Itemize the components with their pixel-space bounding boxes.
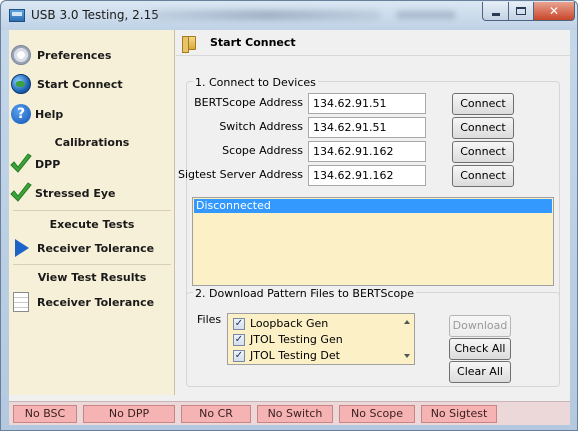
- scope-address-label: Scope Address: [222, 144, 303, 157]
- switch-address-label: Switch Address: [219, 120, 303, 133]
- execute-tests-heading: Execute Tests: [49, 218, 135, 231]
- files-label: Files: [197, 313, 222, 326]
- page-title: Start Connect: [210, 36, 296, 49]
- sigtest-address-label: Sigtest Server Address: [177, 168, 303, 181]
- sidebar-divider: [13, 264, 171, 265]
- minimize-icon: [491, 12, 500, 16]
- file-label: JTOL Testing Gen: [250, 333, 343, 346]
- view-test-results-heading: View Test Results: [37, 271, 147, 284]
- blurred-title-region: [151, 10, 381, 20]
- status-badge-switch: No Switch: [257, 405, 333, 423]
- window-title: USB 3.0 Testing, 2.15: [31, 8, 159, 22]
- download-button[interactable]: Download: [449, 315, 511, 337]
- minimize-button[interactable]: [482, 2, 509, 21]
- status-badge-bsc: No BSC: [13, 405, 77, 423]
- title-bar[interactable]: USB 3.0 Testing, 2.15 ✕: [1, 1, 577, 30]
- sidebar-item-label: DPP: [35, 157, 61, 171]
- maximize-icon: [516, 7, 526, 15]
- status-badge-dpp: No DPP: [83, 405, 175, 423]
- app-window: USB 3.0 Testing, 2.15 ✕ Preferences Star…: [0, 0, 578, 431]
- sidebar-item-help[interactable]: ? Help: [9, 101, 175, 127]
- status-badge-scope: No Scope: [339, 405, 415, 423]
- app-icon: [9, 9, 25, 22]
- calibrations-heading: Calibrations: [54, 136, 130, 149]
- help-icon: ?: [11, 104, 31, 124]
- connect-group-title: 1. Connect to Devices: [193, 76, 318, 89]
- checkbox[interactable]: ✓: [233, 333, 245, 346]
- connection-log[interactable]: Disconnected: [192, 197, 554, 286]
- sidebar-item-stressed-eye[interactable]: Stressed Eye: [9, 180, 175, 206]
- connect-switch-button[interactable]: Connect: [452, 117, 514, 139]
- sigtest-address-field[interactable]: 134.62.91.162: [308, 165, 426, 186]
- sidebar-item-label: Preferences: [37, 48, 112, 62]
- bertscope-address-field[interactable]: 134.62.91.51: [308, 93, 426, 114]
- checkbox[interactable]: ✓: [233, 317, 245, 330]
- check-all-button[interactable]: Check All: [449, 338, 511, 360]
- main-header: Start Connect: [176, 30, 570, 56]
- connect-group: 1. Connect to Devices BERTScope Address …: [178, 76, 560, 306]
- sidebar-item-label: Stressed Eye: [35, 186, 116, 200]
- file-label: JTOL Testing Det: [250, 349, 340, 362]
- sidebar-item-label: Receiver Tolerance: [37, 241, 155, 255]
- download-group: 2. Download Pattern Files to BERTScope F…: [186, 287, 560, 387]
- status-badge-sigtest: No Sigtest: [421, 405, 497, 423]
- file-item-loopback-gen[interactable]: ✓ Loopback Gen: [233, 316, 328, 331]
- sidebar-item-receiver-tolerance-run[interactable]: Receiver Tolerance: [9, 235, 175, 261]
- sidebar: Preferences Start Connect ? Help Calibra…: [9, 30, 175, 395]
- connect-scope-button[interactable]: Connect: [452, 141, 514, 163]
- connection-status-line[interactable]: Disconnected: [194, 199, 552, 213]
- scope-address-field[interactable]: 134.62.91.162: [308, 141, 426, 162]
- file-label: Loopback Gen: [250, 317, 329, 330]
- folder-icon: [182, 35, 196, 53]
- checkmark-icon: [10, 153, 32, 173]
- pattern-files-list[interactable]: ✓ Loopback Gen ✓ JTOL Testing Gen ✓ JTOL…: [227, 313, 415, 365]
- bertscope-address-label: BERTScope Address: [194, 96, 303, 109]
- file-item-jtol-testing-det[interactable]: ✓ JTOL Testing Det: [233, 348, 340, 363]
- sidebar-item-label: Start Connect: [37, 77, 123, 91]
- blurred-title-region-2: [396, 11, 456, 19]
- scroll-up-arrow-icon[interactable]: [404, 320, 410, 324]
- maximize-button[interactable]: [508, 2, 534, 21]
- status-badge-cr: No CR: [181, 405, 251, 423]
- connect-sigtest-button[interactable]: Connect: [452, 165, 514, 187]
- clear-all-button[interactable]: Clear All: [449, 361, 511, 383]
- close-button[interactable]: ✕: [533, 2, 575, 21]
- document-icon: [13, 292, 29, 312]
- connect-bertscope-button[interactable]: Connect: [452, 93, 514, 115]
- sidebar-item-start-connect[interactable]: Start Connect: [9, 71, 175, 97]
- scroll-down-arrow-icon[interactable]: [404, 354, 410, 358]
- close-icon: ✕: [548, 4, 560, 18]
- sidebar-item-preferences[interactable]: Preferences: [9, 42, 175, 68]
- switch-address-field[interactable]: 134.62.91.51: [308, 117, 426, 138]
- file-item-jtol-testing-gen[interactable]: ✓ JTOL Testing Gen: [233, 332, 343, 347]
- checkbox[interactable]: ✓: [233, 349, 245, 362]
- play-arrow-icon: [15, 239, 29, 257]
- gear-icon: [11, 45, 31, 65]
- sidebar-item-receiver-tolerance-results[interactable]: Receiver Tolerance: [9, 289, 175, 315]
- checkmark-icon: [10, 182, 32, 202]
- download-group-title: 2. Download Pattern Files to BERTScope: [193, 287, 416, 300]
- client-area: Preferences Start Connect ? Help Calibra…: [9, 30, 570, 425]
- sidebar-item-label: Help: [35, 107, 64, 121]
- sidebar-divider: [13, 210, 171, 211]
- globe-icon: [11, 74, 31, 94]
- sidebar-item-dpp[interactable]: DPP: [9, 151, 175, 177]
- sidebar-item-label: Receiver Tolerance: [37, 295, 155, 309]
- status-bar: No BSC No DPP No CR No Switch No Scope N…: [9, 401, 570, 425]
- main-panel: Start Connect 1. Connect to Devices BERT…: [176, 30, 570, 395]
